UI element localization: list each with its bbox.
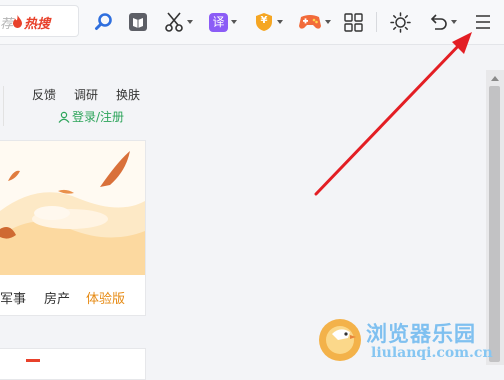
watermark-title: 浏览器乐园 — [366, 321, 476, 346]
watermark-url: liulanqi.com.cn — [371, 345, 493, 361]
watermark-logo — [318, 318, 364, 366]
red-annotation-arrow — [314, 32, 472, 196]
